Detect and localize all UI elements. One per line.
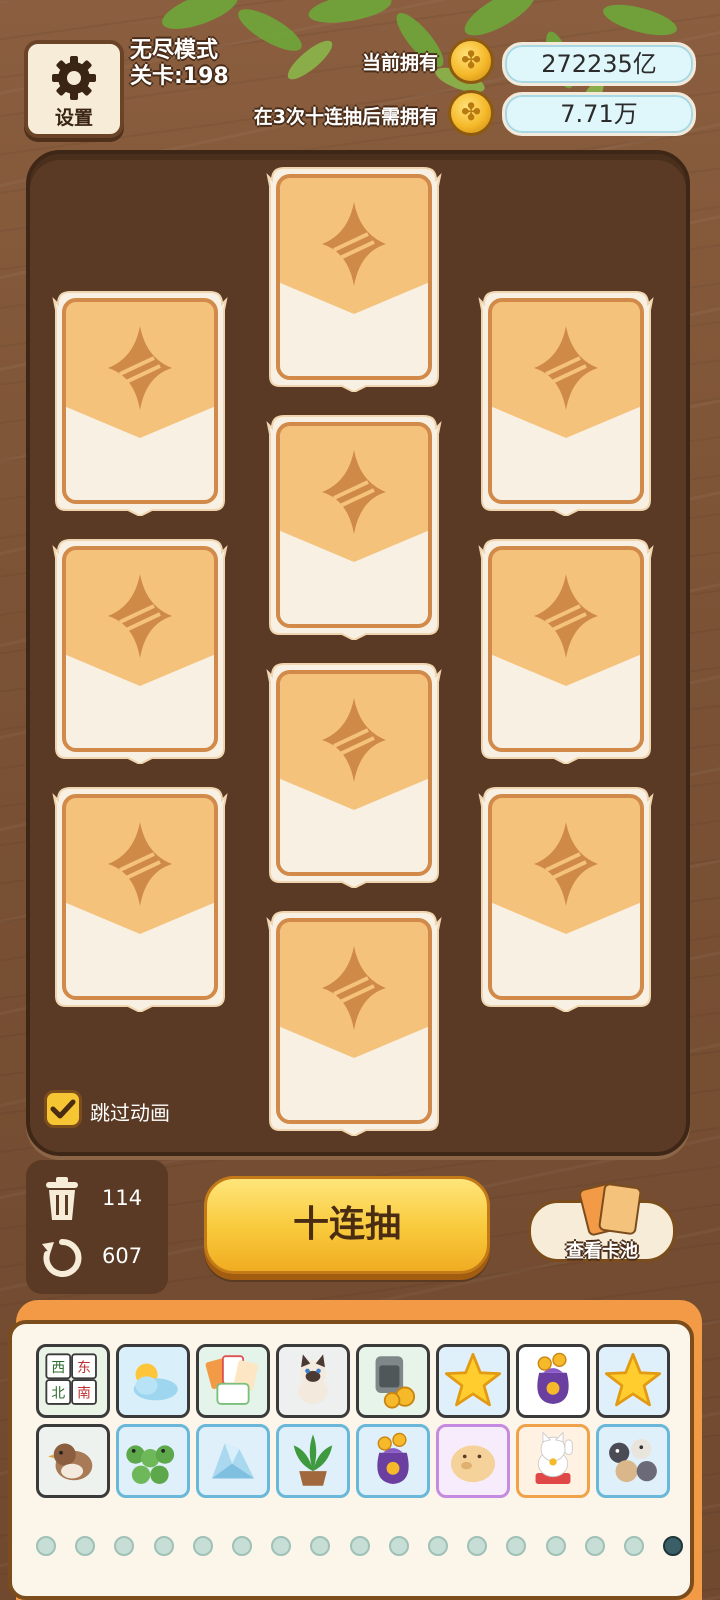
lucky-bag-icon bbox=[377, 1432, 409, 1484]
page-dot[interactable] bbox=[506, 1536, 527, 1556]
siamese-cat-icon bbox=[298, 1354, 328, 1404]
face-down-card[interactable] bbox=[48, 782, 232, 1012]
mahjong-tiles-icon: 西东北南 bbox=[45, 1353, 97, 1405]
face-down-card[interactable] bbox=[474, 782, 658, 1012]
gold-star-icon bbox=[604, 1352, 662, 1407]
skip-animation-label: 跳过动画 bbox=[90, 1101, 170, 1125]
page-dot[interactable] bbox=[75, 1536, 96, 1556]
page-dot[interactable] bbox=[349, 1536, 370, 1556]
tool-counters: 114 607 bbox=[26, 1160, 168, 1294]
discard-count: 114 bbox=[102, 1186, 143, 1210]
piggy-icon bbox=[450, 1445, 496, 1483]
refresh-counter[interactable]: 607 bbox=[40, 1232, 160, 1282]
page-dot[interactable] bbox=[624, 1536, 644, 1556]
collection-item[interactable] bbox=[116, 1424, 190, 1498]
collection-item[interactable] bbox=[516, 1344, 590, 1418]
collection-item[interactable] bbox=[276, 1424, 350, 1498]
level-number: 关卡:198 bbox=[130, 64, 229, 89]
collection-item[interactable] bbox=[196, 1424, 270, 1498]
collection-item[interactable] bbox=[596, 1344, 670, 1418]
face-down-card[interactable] bbox=[48, 286, 232, 516]
page-dot[interactable] bbox=[428, 1536, 448, 1556]
coin-icon: ✤ bbox=[448, 90, 494, 136]
page-dot[interactable] bbox=[36, 1536, 56, 1556]
checkmark-icon bbox=[50, 1099, 76, 1119]
collection-item[interactable] bbox=[116, 1344, 190, 1418]
page-dot[interactable] bbox=[584, 1536, 605, 1556]
collection-item[interactable] bbox=[356, 1424, 430, 1498]
face-down-card[interactable] bbox=[262, 658, 446, 888]
ten-draw-button[interactable]: 十连抽 bbox=[204, 1176, 490, 1274]
owned-value: 272235亿 bbox=[502, 42, 696, 86]
face-down-card[interactable] bbox=[48, 534, 232, 764]
face-down-card[interactable] bbox=[474, 286, 658, 516]
settings-label: 设置 bbox=[54, 107, 93, 129]
face-down-card[interactable] bbox=[474, 534, 658, 764]
refresh-icon bbox=[42, 1238, 82, 1277]
mahjong-glyph: 西 bbox=[51, 1360, 65, 1376]
coin-icon: ✤ bbox=[448, 38, 494, 84]
page-dot[interactable] bbox=[545, 1536, 566, 1556]
cat-gang-icon bbox=[609, 1438, 657, 1483]
checkbox[interactable] bbox=[44, 1090, 82, 1128]
face-down-card[interactable] bbox=[262, 410, 446, 640]
collection-item[interactable] bbox=[436, 1424, 510, 1498]
page-dot[interactable] bbox=[232, 1536, 252, 1556]
page-dot[interactable] bbox=[388, 1536, 409, 1556]
required-label: 在3次十连抽后需拥有 bbox=[253, 106, 438, 128]
collection-item[interactable] bbox=[436, 1344, 510, 1418]
collection-item[interactable] bbox=[356, 1344, 430, 1418]
trash-icon bbox=[46, 1177, 78, 1220]
refresh-count: 607 bbox=[102, 1244, 143, 1268]
ice-crystal-icon bbox=[211, 1443, 255, 1479]
sparrow-icon bbox=[48, 1443, 93, 1481]
caterpillar-icon bbox=[126, 1445, 175, 1484]
collection-item[interactable] bbox=[596, 1424, 670, 1498]
page-dot[interactable] bbox=[663, 1536, 684, 1556]
page-dot[interactable] bbox=[310, 1536, 331, 1556]
page-dot[interactable] bbox=[192, 1536, 213, 1556]
card-icon bbox=[597, 1182, 643, 1236]
page-dot[interactable] bbox=[467, 1536, 488, 1556]
view-card-pool-label: 查看卡池 bbox=[566, 1241, 638, 1262]
mode-name: 无尽模式 bbox=[130, 38, 219, 63]
coin-jar-icon bbox=[375, 1356, 416, 1409]
required-value: 7.71万 bbox=[502, 92, 696, 136]
collection-item[interactable] bbox=[36, 1424, 110, 1498]
mahjong-glyph: 南 bbox=[77, 1386, 91, 1402]
discard-counter[interactable]: 114 bbox=[40, 1174, 160, 1224]
sun-cloud-icon bbox=[133, 1363, 178, 1401]
settings-button[interactable]: 设置 bbox=[24, 40, 124, 138]
page-dot[interactable] bbox=[114, 1536, 135, 1556]
page-dot[interactable] bbox=[271, 1536, 292, 1556]
collection-item[interactable] bbox=[516, 1424, 590, 1498]
face-down-card[interactable] bbox=[262, 162, 446, 392]
mode-info: 无尽模式 关卡:198 bbox=[130, 38, 229, 90]
page-dot[interactable] bbox=[153, 1536, 174, 1556]
mahjong-glyph: 北 bbox=[51, 1386, 65, 1402]
collection-item[interactable] bbox=[276, 1344, 350, 1418]
card-pack-icon bbox=[205, 1355, 259, 1405]
mahjong-glyph: 东 bbox=[77, 1360, 91, 1376]
collection-item[interactable]: 西东北南 bbox=[36, 1344, 110, 1418]
potted-plant-icon bbox=[293, 1434, 333, 1486]
lucky-cat-icon bbox=[535, 1431, 573, 1484]
view-card-pool-button[interactable]: 查看卡池 bbox=[528, 1181, 676, 1262]
lucky-bag-icon bbox=[537, 1352, 569, 1404]
gold-star-icon bbox=[444, 1352, 502, 1407]
gear-icon bbox=[52, 56, 96, 100]
page-indicator bbox=[8, 1536, 712, 1560]
owned-label: 当前拥有 bbox=[361, 52, 438, 74]
face-down-card[interactable] bbox=[262, 906, 446, 1136]
collection-item[interactable] bbox=[196, 1344, 270, 1418]
